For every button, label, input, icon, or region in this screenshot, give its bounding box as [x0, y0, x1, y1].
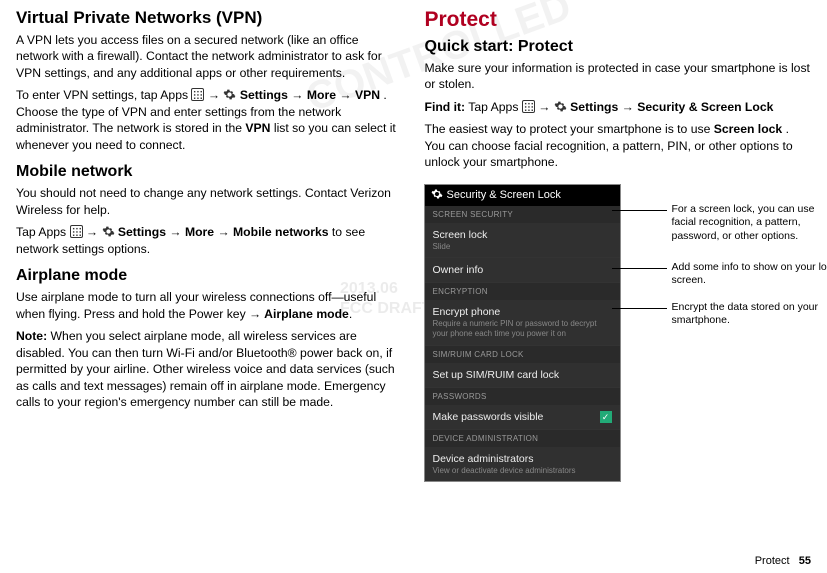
- heading-quickstart: Quick start: Protect: [425, 38, 812, 56]
- txt-vpn: VPN: [355, 88, 380, 102]
- phone-titlebar: Security & Screen Lock: [425, 185, 620, 206]
- right-column: Protect Quick start: Protect Make sure y…: [425, 8, 812, 481]
- row-owner-info[interactable]: Owner info: [425, 258, 620, 283]
- txt: Tap Apps: [16, 225, 70, 239]
- row-sub: View or deactivate device administrators: [433, 466, 612, 476]
- para-vpn-intro: A VPN lets you access files on a secured…: [16, 32, 403, 81]
- phone-title: Security & Screen Lock: [447, 189, 561, 201]
- checkbox-icon[interactable]: ✓: [600, 411, 612, 423]
- para-quick1: Make sure your information is protected …: [425, 60, 812, 93]
- callout-line: [612, 268, 667, 269]
- row-title: Make passwords visible: [433, 411, 544, 423]
- txt-screenlock: Screen lock: [714, 122, 782, 136]
- txt-more: More: [185, 225, 214, 239]
- row-encrypt-phone[interactable]: Encrypt phone Require a numeric PIN or p…: [425, 300, 620, 345]
- row-title: Encrypt phone: [433, 306, 612, 318]
- txt-settings: Settings: [240, 88, 288, 102]
- arrow-icon: →: [169, 225, 185, 239]
- row-device-admins[interactable]: Device administrators View or deactivate…: [425, 447, 620, 482]
- para-air-note: Note: When you select airplane mode, all…: [16, 328, 403, 410]
- section-passwords: PASSWORDS: [425, 388, 620, 405]
- apps-icon: [191, 88, 204, 101]
- arrow-icon: →: [538, 100, 554, 114]
- row-title: Screen lock: [433, 229, 612, 241]
- para-air1: Use airplane mode to turn all your wirel…: [16, 289, 403, 322]
- gear-icon: [223, 88, 236, 101]
- callout-line: [612, 210, 667, 211]
- annotation-encrypt: Encrypt the data stored on your smartpho…: [672, 301, 827, 328]
- arrow-icon: →: [622, 100, 638, 114]
- page-number: 55: [799, 555, 811, 567]
- txt: When you select airplane mode, all wirel…: [16, 329, 395, 409]
- heading-mobile-network: Mobile network: [16, 163, 403, 181]
- gear-icon: [102, 225, 115, 238]
- arrow-icon: →: [217, 225, 233, 239]
- txt-settings: Settings: [118, 225, 166, 239]
- section-encryption: ENCRYPTION: [425, 283, 620, 300]
- txt-vpn2: VPN: [245, 121, 270, 135]
- section-screen-security: SCREEN SECURITY: [425, 206, 620, 223]
- phone-screenshot: Security & Screen Lock SCREEN SECURITY S…: [425, 185, 620, 481]
- para-mobile2: Tap Apps → Settings → More → Mobile netw…: [16, 224, 403, 257]
- row-sub: Require a numeric PIN or password to dec…: [433, 319, 612, 338]
- heading-vpn: Virtual Private Networks (VPN): [16, 8, 403, 28]
- section-sim: SIM/RUIM CARD LOCK: [425, 346, 620, 363]
- apps-icon: [522, 100, 535, 113]
- left-column: Virtual Private Networks (VPN) A VPN let…: [16, 8, 403, 481]
- gear-icon: [554, 100, 567, 113]
- para-easiest: The easiest way to protect your smartpho…: [425, 121, 812, 170]
- heading-airplane: Airplane mode: [16, 267, 403, 285]
- para-vpn-steps: To enter VPN settings, tap Apps → Settin…: [16, 87, 403, 153]
- footer-label: Protect: [755, 555, 790, 567]
- annotation-owner-info: Add some info to show on your lock scree…: [672, 261, 827, 288]
- annotation-text: Add some info to show on your lock scree…: [672, 261, 827, 287]
- txt-security-screenlock: Security & Screen Lock: [637, 100, 773, 114]
- apps-icon: [70, 225, 83, 238]
- txt-more: More: [307, 88, 336, 102]
- section-device-admin: DEVICE ADMINISTRATION: [425, 430, 620, 447]
- annotation-text: For a screen lock, you can use facial re…: [672, 203, 815, 242]
- annotation-screen-lock: For a screen lock, you can use facial re…: [672, 203, 827, 244]
- para-findit: Find it: Tap Apps → Settings → Security …: [425, 99, 812, 115]
- para-mobile1: You should not need to change any networ…: [16, 185, 403, 218]
- arrow-icon: →: [339, 88, 355, 102]
- row-title: Owner info: [433, 264, 612, 276]
- txt: Tap Apps: [468, 100, 522, 114]
- arrow-icon: →: [208, 88, 224, 102]
- annotations: For a screen lock, you can use facial re…: [632, 185, 812, 481]
- row-title: Set up SIM/RUIM card lock: [433, 369, 612, 381]
- txt: To enter VPN settings, tap Apps: [16, 88, 191, 102]
- txt-mobile-networks: Mobile networks: [233, 225, 328, 239]
- note-label: Note:: [16, 329, 47, 343]
- row-screen-lock[interactable]: Screen lock Slide: [425, 223, 620, 259]
- txt-settings: Settings: [570, 100, 618, 114]
- row-title: Device administrators: [433, 453, 612, 465]
- arrow-icon: →: [86, 225, 102, 239]
- row-sub: Slide: [433, 242, 612, 252]
- txt: The easiest way to protect your smartpho…: [425, 122, 714, 136]
- page-footer: Protect 55: [755, 555, 811, 567]
- row-make-pw-visible[interactable]: Make passwords visible ✓: [425, 405, 620, 430]
- arrow-icon: →: [249, 307, 264, 321]
- arrow-icon: →: [291, 88, 307, 102]
- gear-icon: [431, 188, 443, 203]
- annotation-text: Encrypt the data stored on your smartpho…: [672, 301, 819, 327]
- txt-airplane-mode: Airplane mode: [264, 307, 349, 321]
- heading-protect: Protect: [425, 8, 812, 32]
- findit-label: Find it:: [425, 100, 466, 114]
- callout-line: [612, 308, 667, 309]
- row-setup-sim-lock[interactable]: Set up SIM/RUIM card lock: [425, 363, 620, 388]
